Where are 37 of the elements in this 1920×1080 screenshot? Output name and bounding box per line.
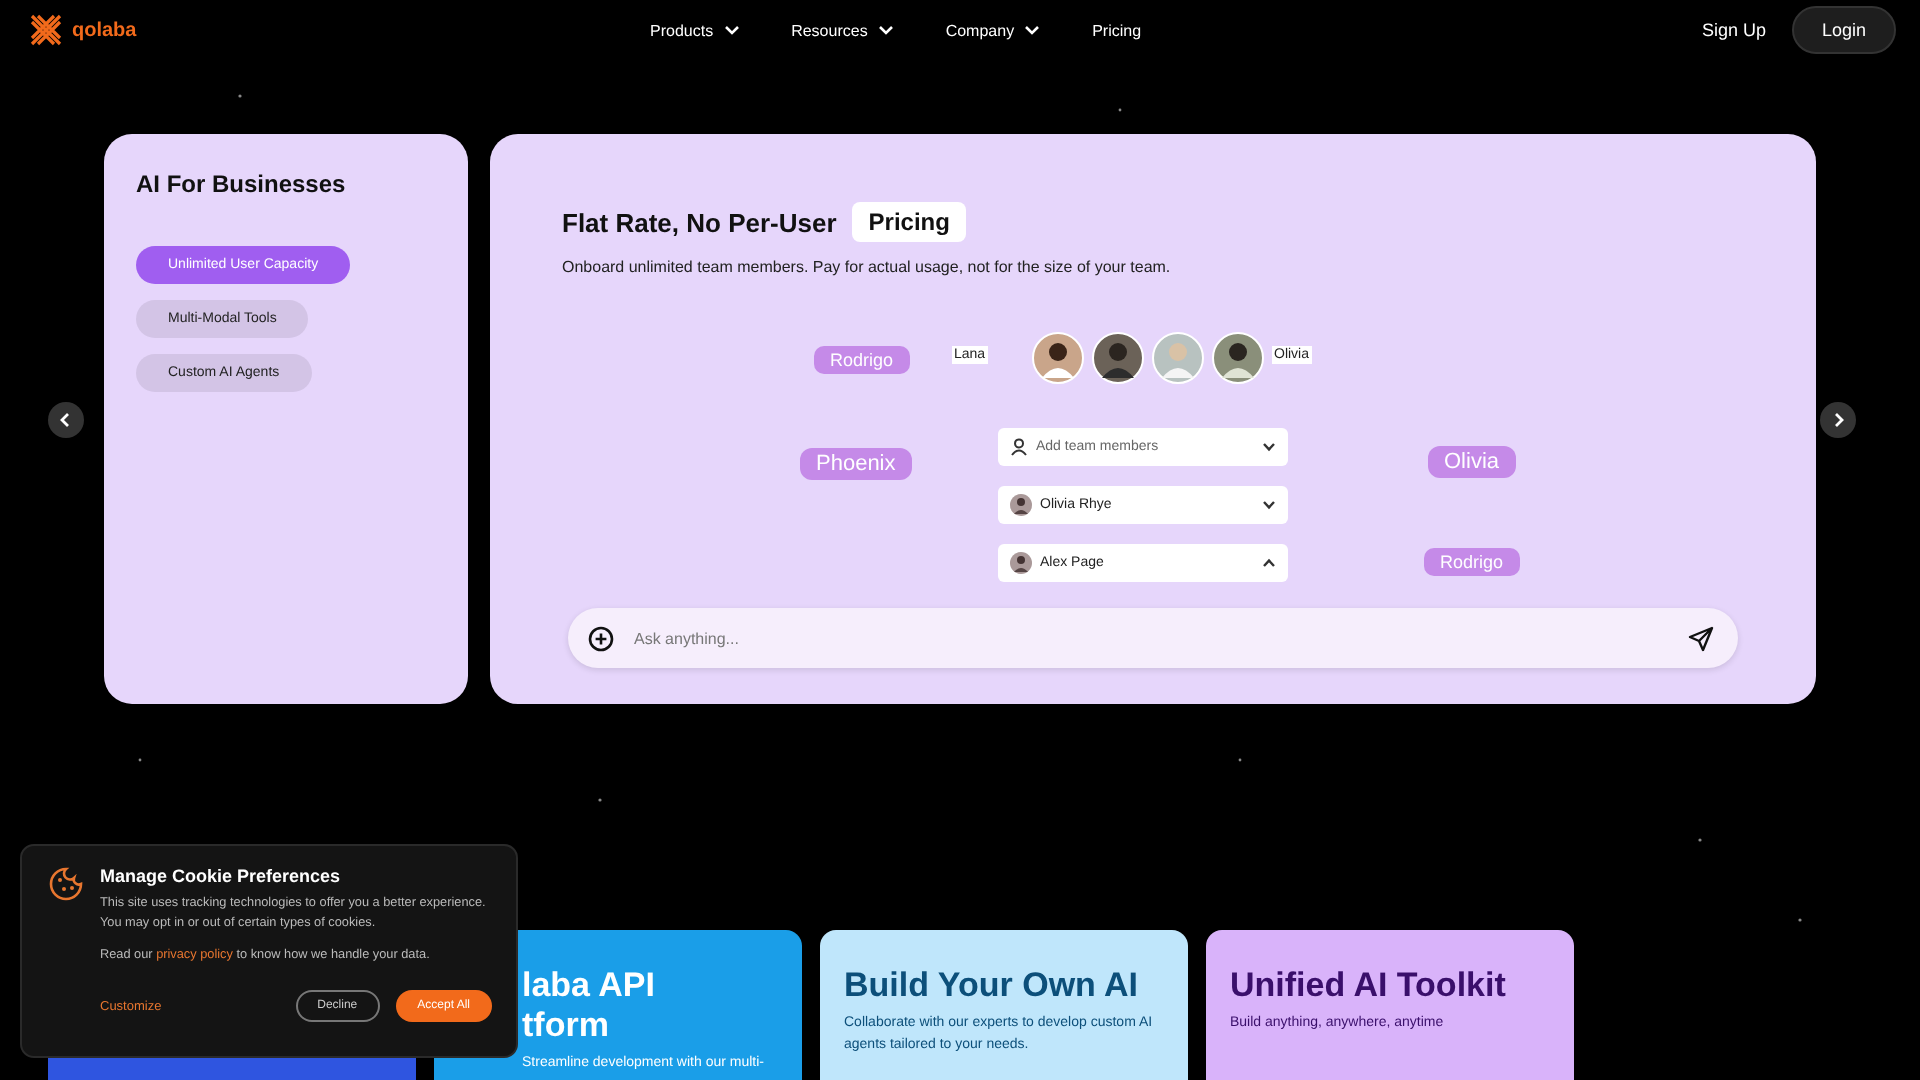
avatar-icon — [1092, 332, 1144, 384]
card-title: tform — [522, 1006, 611, 1046]
ask-field[interactable]: Ask anything... — [630, 627, 1672, 649]
panel-title: AI For Businesses — [136, 170, 348, 198]
send-icon[interactable] — [1688, 625, 1714, 651]
login-button[interactable]: Login — [1791, 6, 1896, 54]
name-tag: Olivia — [1428, 446, 1516, 478]
card-title: Build Your Own AI — [844, 966, 1141, 1006]
cookie-icon — [48, 866, 84, 902]
avatar-icon — [1152, 332, 1204, 384]
previous-button[interactable] — [48, 402, 84, 438]
chat-bar[interactable]: Ask anything... — [568, 608, 1738, 668]
name-tag: Phoenix — [800, 448, 912, 480]
user-icon — [1010, 438, 1028, 456]
headline: Flat Rate, No Per-User — [562, 207, 837, 237]
add-icon[interactable] — [588, 625, 614, 651]
headline-badge: Pricing — [852, 202, 966, 242]
avatar-icon — [1010, 552, 1032, 574]
subtitle: Onboard unlimited team members. Pay for actual usage, not for the size of your team. — [562, 258, 1173, 276]
avatar-icon — [1032, 332, 1084, 384]
nav-link[interactable]: Products — [650, 21, 740, 39]
card-title: Unified AI Toolkit — [1230, 966, 1508, 1006]
chevron-right-icon — [1830, 412, 1846, 428]
logo-text[interactable]: qolaba — [72, 19, 137, 41]
nav-link[interactable]: Company — [945, 21, 1041, 39]
sign-up-link[interactable]: Sign Up — [1701, 20, 1766, 40]
name-tag: Rodrigo — [814, 346, 910, 374]
chevron-left-icon — [58, 412, 74, 428]
avatar-icon — [1010, 494, 1032, 516]
logo-icon[interactable] — [28, 12, 64, 48]
card-title: laba API — [522, 966, 657, 1006]
nav-link[interactable]: Pricing — [1092, 21, 1142, 39]
nav-link[interactable]: Resources — [791, 21, 894, 39]
cookie-title: Manage Cookie Preferences — [100, 866, 343, 886]
avatar-icon — [1212, 332, 1264, 384]
next-button[interactable] — [1820, 402, 1856, 438]
name-tag: Rodrigo — [1424, 548, 1520, 576]
